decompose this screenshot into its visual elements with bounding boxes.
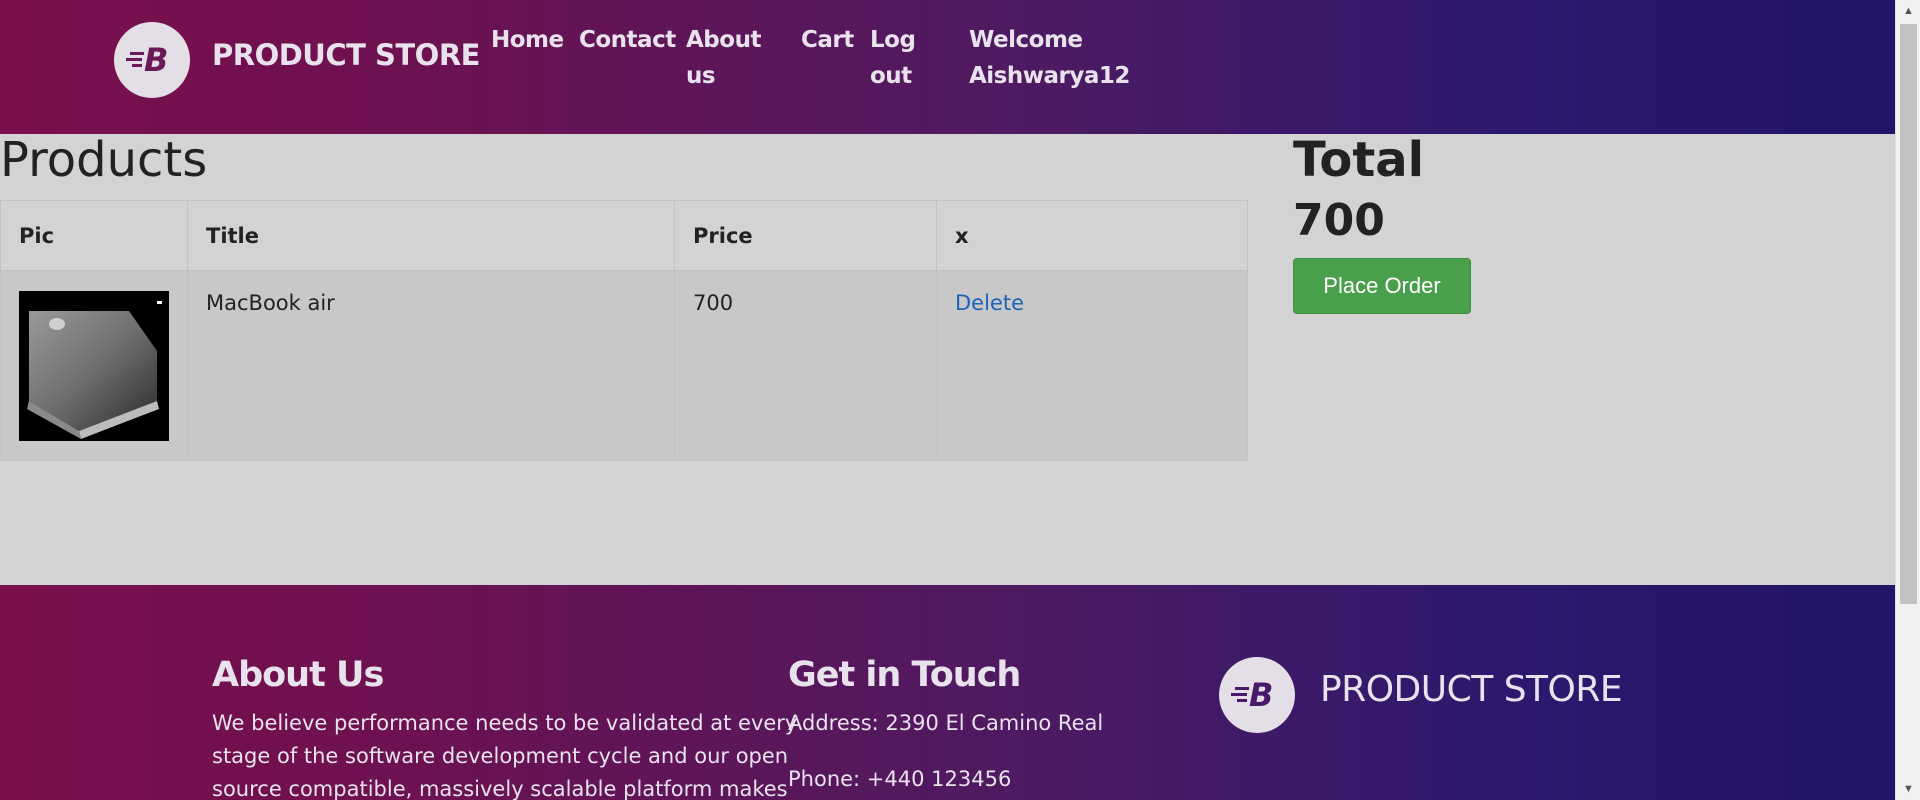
footer-about-line1: We believe performance needs to be valid… bbox=[212, 711, 798, 735]
delete-link[interactable]: Delete bbox=[955, 291, 1024, 315]
navbar: B PRODUCT STORE Home Contact About us Ca… bbox=[0, 0, 1895, 134]
page: B PRODUCT STORE Home Contact About us Ca… bbox=[0, 0, 1895, 800]
table-header-row: Pic Title Price x bbox=[0, 200, 1248, 271]
total-heading: Total bbox=[1293, 132, 1425, 188]
column-header-price: Price bbox=[674, 200, 937, 271]
nav-about-line1: About bbox=[686, 27, 761, 53]
welcome-line2: Aishwarya12 bbox=[969, 63, 1130, 89]
scroll-down-arrow-icon[interactable]: ▼ bbox=[1896, 778, 1920, 800]
place-order-button[interactable]: Place Order bbox=[1293, 258, 1471, 314]
nav-logout-line1: Log bbox=[870, 27, 916, 53]
svg-text:B: B bbox=[1249, 676, 1273, 713]
footer-phone: Phone: +440 123456 bbox=[788, 767, 1012, 791]
brand-logo[interactable]: B bbox=[114, 22, 190, 98]
scroll-thumb[interactable] bbox=[1900, 24, 1917, 604]
nav-contact[interactable]: Contact bbox=[579, 22, 676, 58]
footer-logo-icon: B bbox=[1229, 673, 1285, 717]
total-price: 700 bbox=[1293, 195, 1385, 246]
brand-name[interactable]: PRODUCT STORE bbox=[212, 38, 480, 72]
footer-brand-name: PRODUCT STORE bbox=[1320, 669, 1623, 710]
column-header-x: x bbox=[936, 200, 1248, 271]
nav-logout-line2: out bbox=[870, 63, 912, 89]
column-header-title: Title bbox=[187, 200, 675, 271]
table-row: MacBook air 700 Delete bbox=[0, 270, 1248, 461]
welcome-line1: Welcome bbox=[969, 27, 1083, 53]
cell-title: MacBook air bbox=[187, 270, 675, 461]
footer-about-line3: source compatible, massively scalable pl… bbox=[212, 777, 788, 800]
footer-brand-logo: B bbox=[1219, 657, 1295, 733]
footer-about-heading: About Us bbox=[212, 655, 384, 695]
vertical-scrollbar[interactable]: ▲ ▼ bbox=[1895, 0, 1920, 800]
cart-table: Pic Title Price x MacBook air 700 Delete bbox=[0, 200, 1248, 461]
cell-pic bbox=[0, 270, 188, 461]
product-image bbox=[19, 291, 169, 441]
logo-icon: B bbox=[124, 38, 180, 83]
footer: About Us We believe performance needs to… bbox=[0, 585, 1895, 800]
nav-home[interactable]: Home bbox=[491, 22, 564, 58]
column-header-pic: Pic bbox=[0, 200, 188, 271]
footer-address: Address: 2390 El Camino Real bbox=[788, 711, 1104, 735]
nav-about-line2: us bbox=[686, 63, 716, 89]
nav-welcome-user[interactable]: Welcome Aishwarya12 bbox=[969, 22, 1130, 94]
nav-about-us[interactable]: About us bbox=[686, 22, 761, 94]
cell-action: Delete bbox=[936, 270, 1248, 461]
nav-cart[interactable]: Cart bbox=[801, 22, 854, 58]
footer-contact-heading: Get in Touch bbox=[788, 655, 1021, 695]
cell-price: 700 bbox=[674, 270, 937, 461]
footer-about-line2: stage of the software development cycle … bbox=[212, 744, 789, 768]
nav-logout[interactable]: Log out bbox=[870, 22, 916, 94]
products-heading: Products bbox=[0, 132, 208, 188]
scroll-up-arrow-icon[interactable]: ▲ bbox=[1896, 0, 1920, 22]
svg-text:B: B bbox=[144, 41, 168, 78]
